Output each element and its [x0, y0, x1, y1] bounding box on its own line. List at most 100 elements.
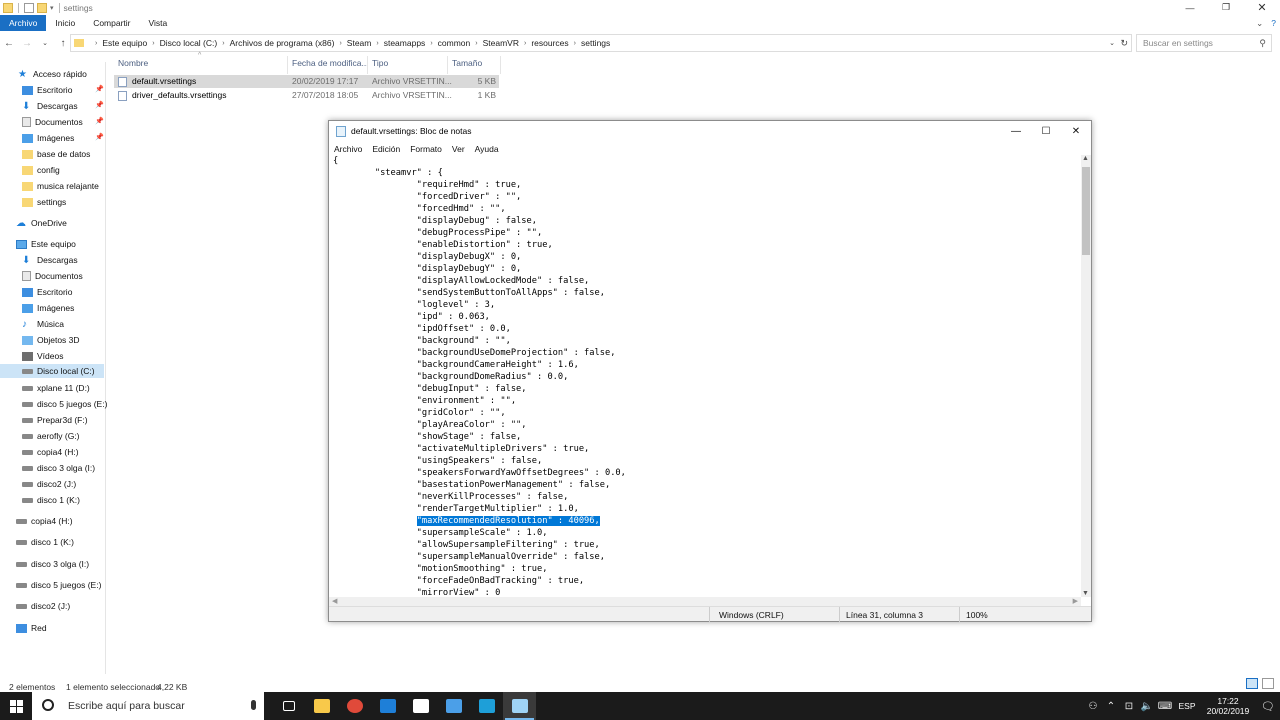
start-button[interactable]: [0, 692, 32, 720]
expand-ribbon-icon[interactable]: ⌄: [1256, 18, 1263, 29]
sidebar-item-musica-relajante[interactable]: musica relajante: [22, 179, 99, 193]
sidebar-item-drive[interactable]: copia4 (H:): [16, 514, 73, 528]
column-divider[interactable]: [367, 56, 368, 74]
sidebar-item-escritorio[interactable]: Escritorio: [22, 83, 72, 97]
selected-text[interactable]: "maxRecommendedResolution" : 40096,: [416, 516, 600, 526]
breadcrumb-separator-icon[interactable]: ›: [152, 40, 154, 47]
sidebar-item-drive[interactable]: disco 1 (K:): [22, 493, 80, 507]
sidebar-item-videos[interactable]: Vídeos: [22, 349, 63, 363]
column-header-type[interactable]: Tipo: [372, 58, 388, 70]
column-header-name[interactable]: Nombre: [118, 58, 148, 70]
people-icon[interactable]: ⚇: [1084, 701, 1102, 712]
tab-compartir[interactable]: Compartir: [84, 15, 139, 31]
search-input[interactable]: Buscar en settings ⚲: [1136, 34, 1272, 52]
breadcrumb-item[interactable]: Archivos de programa (x86): [230, 38, 335, 48]
sidebar-item-imagenes[interactable]: Imágenes: [22, 301, 74, 315]
refresh-icon[interactable]: ↻: [1120, 38, 1128, 49]
column-divider[interactable]: [447, 56, 448, 74]
breadcrumb-separator-icon[interactable]: ›: [475, 40, 477, 47]
sidebar-item-drive[interactable]: copia4 (H:): [22, 445, 79, 459]
close-button[interactable]: ✕: [1244, 0, 1280, 15]
scroll-right-icon[interactable]: ▶: [1073, 597, 1078, 605]
breadcrumb-item[interactable]: steamapps: [384, 38, 426, 48]
column-divider[interactable]: [500, 56, 501, 74]
properties-icon[interactable]: [24, 2, 34, 13]
breadcrumb-separator-icon[interactable]: ›: [376, 40, 378, 47]
taskbar-app[interactable]: [404, 692, 437, 720]
sidebar-item-musica[interactable]: ♪ Música: [22, 317, 64, 331]
taskbar-app[interactable]: [437, 692, 470, 720]
large-icons-view-icon[interactable]: [1262, 678, 1274, 689]
taskbar-search-input[interactable]: Escribe aquí para buscar: [32, 692, 264, 720]
pin-icon[interactable]: 📌: [95, 101, 104, 109]
search-icon[interactable]: ⚲: [1259, 38, 1266, 49]
sidebar-item-objetos-3d[interactable]: Objetos 3D: [22, 333, 80, 347]
address-bar[interactable]: › Este equipo › Disco local (C:) › Archi…: [70, 34, 1132, 52]
notepad-text-area[interactable]: { "steamvr" : { "requireHmd" : true, "fo…: [333, 155, 1081, 597]
sidebar-item-documentos[interactable]: Documentos: [22, 115, 83, 129]
horizontal-scrollbar[interactable]: ◀ ▶: [329, 597, 1081, 606]
sidebar-item-drive[interactable]: Prepar3d (F:): [22, 413, 88, 427]
details-view-icon[interactable]: [1246, 678, 1258, 689]
sidebar-item-base-de-datos[interactable]: base de datos: [22, 147, 90, 161]
pin-icon[interactable]: 📌: [95, 117, 104, 125]
sidebar-item-descargas[interactable]: ⬇ Descargas: [22, 253, 78, 267]
recent-locations-icon[interactable]: ⌄: [36, 39, 54, 47]
help-icon[interactable]: ?: [1271, 18, 1276, 28]
breadcrumb-separator-icon[interactable]: ›: [574, 40, 576, 47]
sidebar-item-escritorio[interactable]: Escritorio: [22, 285, 72, 299]
sidebar-item-red[interactable]: Red: [16, 621, 47, 635]
breadcrumb-separator-icon[interactable]: ›: [222, 40, 224, 47]
menu-ver[interactable]: Ver: [447, 144, 470, 154]
maximize-button[interactable]: ☐: [1031, 121, 1061, 141]
sidebar-item-onedrive[interactable]: ☁ OneDrive: [16, 216, 67, 230]
sidebar-item-drive[interactable]: disco 1 (K:): [16, 535, 74, 549]
show-hidden-icons-icon[interactable]: ⌃: [1102, 701, 1120, 712]
scroll-up-icon[interactable]: ▲: [1082, 155, 1089, 162]
sidebar-item-descargas[interactable]: ⬇ Descargas: [22, 99, 78, 113]
sidebar-item-drive[interactable]: disco 5 juegos (E:): [22, 397, 107, 411]
chevron-down-icon[interactable]: ▾: [50, 4, 54, 12]
minimize-button[interactable]: —: [1001, 121, 1031, 141]
microphone-icon[interactable]: [251, 700, 256, 710]
breadcrumb-item[interactable]: resources: [531, 38, 568, 48]
new-folder-icon[interactable]: [37, 2, 47, 13]
breadcrumb-separator-icon[interactable]: ›: [430, 40, 432, 47]
sidebar-item-settings[interactable]: settings: [22, 195, 66, 209]
taskbar-app[interactable]: [371, 692, 404, 720]
input-indicator-icon[interactable]: ⌨: [1156, 701, 1174, 712]
tab-archivo[interactable]: Archivo: [0, 15, 47, 31]
scroll-down-icon[interactable]: ▼: [1082, 590, 1089, 597]
column-divider[interactable]: [287, 56, 288, 74]
network-icon[interactable]: ⊡: [1120, 701, 1138, 712]
breadcrumb-item[interactable]: Disco local (C:): [160, 38, 218, 48]
maximize-button[interactable]: ❐: [1208, 0, 1244, 15]
taskbar-app[interactable]: [272, 692, 305, 720]
back-arrow-icon[interactable]: ←: [0, 38, 18, 49]
taskbar-app[interactable]: [338, 692, 371, 720]
sidebar-item-documentos[interactable]: Documentos: [22, 269, 83, 283]
file-row[interactable]: default.vrsettings 20/02/2019 17:17 Arch…: [114, 75, 499, 88]
sidebar-item-drive[interactable]: aerofly (G:): [22, 429, 80, 443]
breadcrumb-item[interactable]: Steam: [347, 38, 372, 48]
sidebar-item-drive[interactable]: disco 3 olga (I:): [16, 557, 89, 571]
tab-vista[interactable]: Vista: [140, 15, 177, 31]
sidebar-item-drive[interactable]: disco 5 juegos (E:): [16, 578, 101, 592]
volume-icon[interactable]: 🔈: [1138, 701, 1156, 712]
menu-edicion[interactable]: Edición: [367, 144, 405, 154]
taskbar-app[interactable]: [470, 692, 503, 720]
breadcrumb-item[interactable]: Este equipo: [102, 38, 147, 48]
scroll-left-icon[interactable]: ◀: [332, 597, 337, 605]
menu-archivo[interactable]: Archivo: [329, 144, 367, 154]
column-header-size[interactable]: Tamaño: [452, 58, 482, 70]
sidebar-item-drive[interactable]: disco2 (J:): [22, 477, 76, 491]
taskbar-app[interactable]: [503, 692, 536, 720]
minimize-button[interactable]: —: [1172, 0, 1208, 15]
sidebar-item-acceso-rapido[interactable]: ★ Acceso rápido: [18, 67, 87, 81]
clock[interactable]: 17:22 20/02/2019: [1200, 696, 1256, 716]
menu-ayuda[interactable]: Ayuda: [470, 144, 504, 154]
sidebar-item-drive[interactable]: disco 3 olga (I:): [22, 461, 95, 475]
column-header-date[interactable]: Fecha de modifica...: [292, 58, 369, 70]
menu-formato[interactable]: Formato: [405, 144, 447, 154]
sidebar-item-imagenes[interactable]: Imágenes: [22, 131, 74, 145]
